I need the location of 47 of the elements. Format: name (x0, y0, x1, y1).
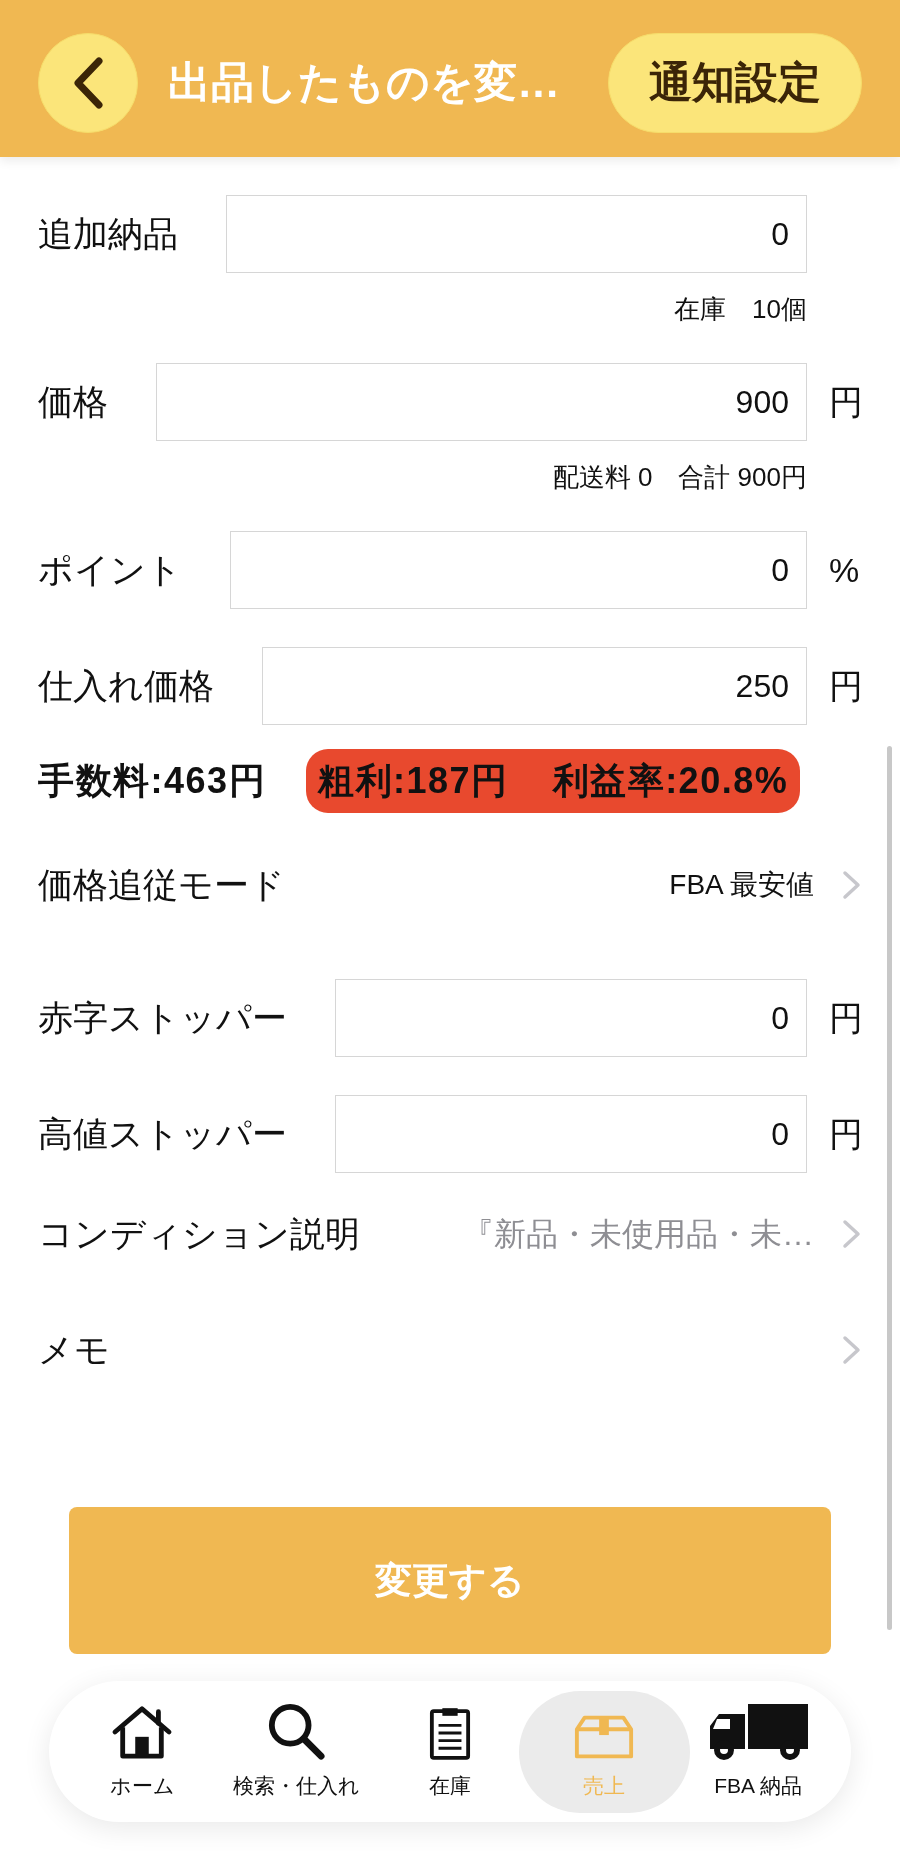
unit-label: 円 (829, 665, 863, 707)
nav-tab[interactable]: 検索・仕入れ (226, 1690, 366, 1813)
fee-text: 手数料:463円 (38, 759, 267, 803)
text-field[interactable]: 0 (230, 531, 807, 609)
setting-label: 価格追従モード (38, 863, 285, 906)
chevron-right-icon[interactable] (842, 1219, 862, 1249)
nav-label: FBA 納品 (714, 1772, 802, 1799)
nav-tab[interactable]: 在庫 (380, 1690, 520, 1813)
home-icon (111, 1703, 173, 1760)
nav-label: 検索・仕入れ (232, 1772, 360, 1799)
field-label: 赤字ストッパー (38, 996, 287, 1039)
field-label: ポイント (38, 548, 182, 591)
nav-tab[interactable]: FBA 納品 (688, 1690, 828, 1813)
setting-value: FBA 最安値 (669, 868, 814, 902)
setting-value: 『新品・未使用品・未… (462, 1215, 814, 1254)
text-field[interactable]: 250 (262, 647, 807, 725)
chevron-right-icon[interactable] (842, 870, 862, 900)
notification-settings-button[interactable]: 通知設定 (608, 32, 862, 133)
search-icon (267, 1701, 325, 1760)
chevron-left-icon (72, 56, 104, 109)
nav-tab[interactable]: ホーム (72, 1690, 212, 1813)
setting-label: メモ (38, 1328, 110, 1371)
page-title: 出品したものを変… (168, 57, 561, 109)
text-field[interactable]: 0 (335, 1095, 807, 1173)
text-field[interactable]: 0 (335, 979, 807, 1057)
field-label: 高値ストッパー (38, 1112, 287, 1155)
text-field[interactable]: 900 (156, 363, 807, 441)
nav-label: 在庫 (429, 1772, 471, 1799)
note-text: 在庫 10個 (674, 293, 807, 325)
field-label: 価格 (38, 380, 108, 423)
box-icon (573, 1713, 635, 1760)
unit-label: % (829, 549, 860, 591)
field-label: 仕入れ価格 (38, 664, 214, 707)
highlighted-text: 利益率:20.8% (552, 759, 789, 803)
clipboard-icon (429, 1705, 471, 1760)
unit-label: 円 (829, 1113, 863, 1155)
highlighted-text: 粗利:187円 (318, 759, 509, 803)
text-field[interactable]: 0 (226, 195, 807, 273)
chevron-right-icon[interactable] (842, 1335, 862, 1365)
setting-label: コンディション説明 (38, 1212, 360, 1255)
nav-label: 売上 (583, 1772, 625, 1799)
note-text: 配送料 0 合計 900円 (552, 461, 807, 493)
field-label: 追加納品 (38, 212, 178, 255)
unit-label: 円 (829, 381, 863, 423)
unit-label: 円 (829, 997, 863, 1039)
truck-icon (708, 1703, 808, 1760)
nav-label: ホーム (109, 1772, 175, 1799)
